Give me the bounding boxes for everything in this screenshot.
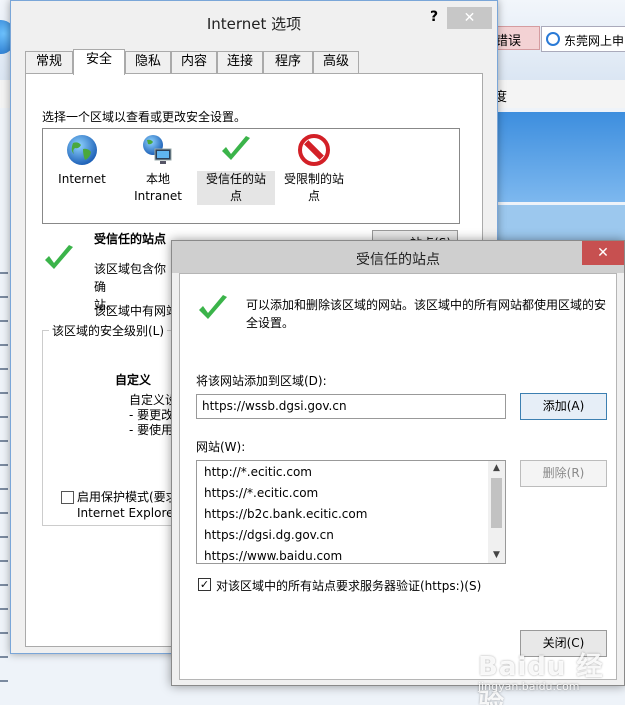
restricted-icon	[298, 134, 330, 166]
protected-mode-label: 启用保护模式(要求 Internet Explorer	[77, 490, 179, 520]
list-item[interactable]: https://www.baidu.com	[204, 549, 342, 563]
tab-content[interactable]: 内容	[171, 51, 217, 73]
page-side-marks	[0, 250, 8, 690]
page-banner-strip	[480, 205, 625, 245]
trusted-check-icon	[199, 295, 227, 319]
trusted-check-icon	[45, 245, 73, 269]
browser-tab[interactable]: 东莞网上申	[541, 26, 625, 52]
trusted-sites-info: 可以添加和删除该区域的网站。该区域中的所有网站都使用区域的安全设置。	[246, 298, 607, 330]
websites-scrollbar[interactable]: ▲ ▼	[488, 461, 505, 563]
tab-privacy[interactable]: 隐私	[125, 51, 171, 73]
websites-list[interactable]: http://*.ecitic.com https://*.ecitic.com…	[196, 460, 506, 564]
tab-general[interactable]: 常规	[25, 51, 73, 73]
list-item[interactable]: https://b2c.bank.ecitic.com	[204, 507, 367, 521]
tab-security[interactable]: 安全	[73, 49, 125, 75]
zone-label: 本地 Intranet	[134, 172, 182, 203]
zone-label: Internet	[58, 172, 106, 186]
remove-button[interactable]: 删除(R)	[520, 460, 607, 487]
custom-level-heading: 自定义	[115, 373, 152, 387]
watermark-logo: Baidu 经验	[478, 652, 604, 705]
trusted-sites-dialog: 受信任的站点 ✕ 可以添加和删除该区域的网站。该区域中的所有网站都使用区域的安全…	[171, 240, 625, 686]
trusted-zone-heading: 受信任的站点	[94, 232, 167, 246]
scroll-down-icon[interactable]: ▼	[488, 548, 505, 563]
page-banner	[480, 112, 625, 202]
ie-tab-icon	[546, 32, 560, 46]
zone-trusted-sites[interactable]: 受信任的站 点	[197, 129, 275, 205]
tab-advanced[interactable]: 高级	[313, 51, 359, 73]
list-item[interactable]: https://*.ecitic.com	[204, 486, 318, 500]
add-site-label: 将该网站添加到区域(D):	[196, 374, 327, 388]
require-https-label: 对该区域中的所有站点要求服务器验证(https:)(S)	[216, 579, 482, 593]
globe-icon	[67, 135, 97, 165]
tab-programs[interactable]: 程序	[263, 51, 313, 73]
list-item[interactable]: http://*.ecitic.com	[204, 465, 312, 479]
check-icon	[222, 136, 250, 160]
zone-label: 受限制的站 点	[283, 172, 344, 203]
scroll-thumb[interactable]	[491, 478, 502, 528]
baidu-jingyan-watermark: Baidu 经验 jingyan.baidu.com	[478, 646, 618, 705]
local-intranet-icon	[143, 135, 172, 164]
browser-tab-title: 东莞网上申	[564, 34, 625, 48]
trusted-sites-titlebar[interactable]: 受信任的站点 ✕	[172, 241, 624, 273]
trusted-zone-note: 该区域中有网站	[94, 304, 179, 318]
scroll-up-icon[interactable]: ▲	[488, 461, 505, 476]
trusted-sites-body: 可以添加和删除该区域的网站。该区域中的所有网站都使用区域的安全设置。 将该网站添…	[179, 273, 617, 680]
websites-label: 网站(W):	[196, 440, 246, 454]
custom-level-text: 自定义设 - 要更改 - 要使用	[129, 393, 178, 437]
add-site-input[interactable]: https://wssb.dgsi.gov.cn	[196, 394, 506, 419]
trusted-sites-close-icon[interactable]: ✕	[582, 241, 624, 265]
tab-connections[interactable]: 连接	[217, 51, 263, 73]
internet-options-close-button[interactable]: ✕	[447, 7, 492, 29]
zone-restricted-sites[interactable]: 受限制的站 点	[275, 129, 353, 205]
zone-label: 受信任的站 点	[197, 171, 275, 205]
protected-mode-checkbox[interactable]	[61, 491, 74, 504]
zone-list: Internet 本地 Intranet 受信任的站 点 受限制的站 点	[42, 128, 460, 224]
require-https-checkbox[interactable]: ✓	[198, 578, 211, 591]
list-item[interactable]: https://dgsi.dg.gov.cn	[204, 528, 334, 542]
trusted-sites-title: 受信任的站点	[356, 252, 440, 268]
help-button[interactable]: ?	[425, 9, 443, 29]
zone-local-intranet[interactable]: 本地 Intranet	[119, 129, 197, 205]
zone-prompt: 选择一个区域以查看或更改安全设置。	[42, 110, 247, 124]
zone-internet[interactable]: Internet	[43, 129, 121, 188]
add-button[interactable]: 添加(A)	[520, 393, 607, 420]
security-level-legend: 该区域的安全级别(L)	[49, 322, 168, 339]
watermark-url: jingyan.baidu.com	[478, 680, 580, 693]
internet-options-titlebar[interactable]: Internet 选项 ? ✕	[11, 1, 497, 43]
